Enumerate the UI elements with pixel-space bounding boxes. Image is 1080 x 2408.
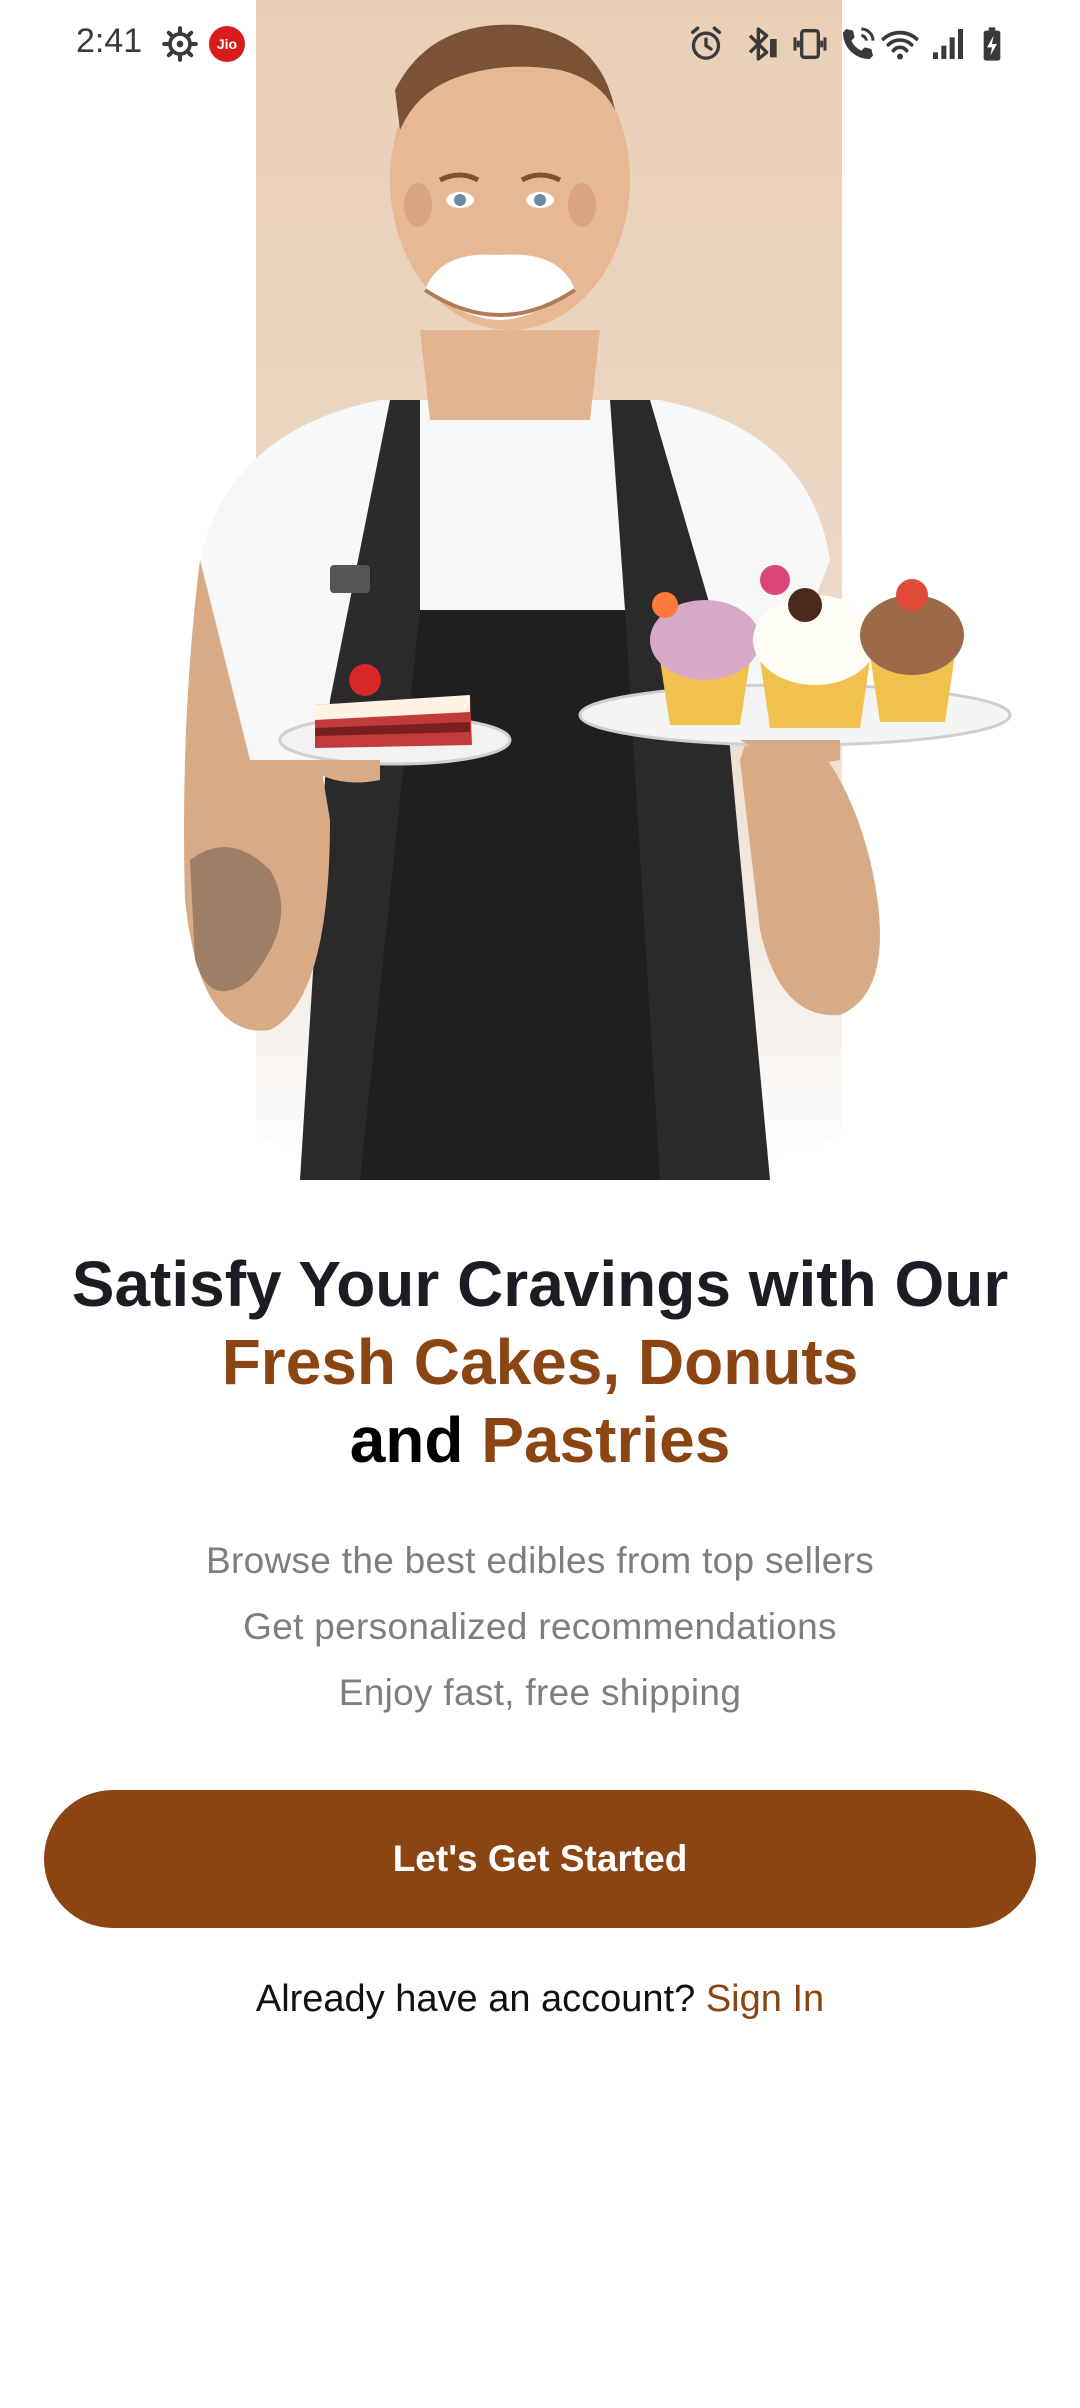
headline: Satisfy Your Cravings with Our Fresh Cak… (0, 1245, 1080, 1479)
headline-line-1: Satisfy Your Cravings with Our (71, 1248, 1009, 1320)
feature-item: Enjoy fast, free shipping (338, 1672, 742, 1713)
settings-icon (162, 26, 198, 62)
status-time: 2:41 (76, 22, 143, 60)
battery-charging-icon (983, 27, 1001, 61)
jio-icon: Jio (209, 26, 245, 62)
headline-line-2: Fresh Cakes, Donuts (221, 1326, 859, 1398)
headline-and: and (349, 1404, 464, 1476)
wifi-calling-icon (843, 27, 875, 59)
vibrate-icon (793, 29, 827, 59)
headline-pastries: Pastries (481, 1404, 731, 1476)
sign-in-link[interactable]: Sign In (706, 1978, 824, 2020)
feature-item: Browse the best edibles from top sellers (205, 1540, 875, 1581)
status-bar: 2:41 Jio (0, 0, 1080, 88)
get-started-button[interactable]: Let's Get Started (44, 1790, 1036, 1928)
signal-icon (933, 29, 963, 59)
signin-prompt: Already have an account? (255, 1978, 696, 2020)
headline-line-3: and Pastries (0, 1401, 1080, 1479)
baker-holding-cakes-photo (184, 24, 1012, 1180)
wifi-icon (881, 30, 919, 60)
alarm-icon (691, 26, 721, 60)
bluetooth-icon (748, 27, 777, 61)
hero-image (0, 0, 1080, 1200)
signin-row: Already have an account? Sign In (0, 1978, 1080, 2021)
feature-list: Browse the best edibles from top sellers… (0, 1528, 1080, 1726)
feature-item: Get personalized recommendations (243, 1606, 837, 1647)
